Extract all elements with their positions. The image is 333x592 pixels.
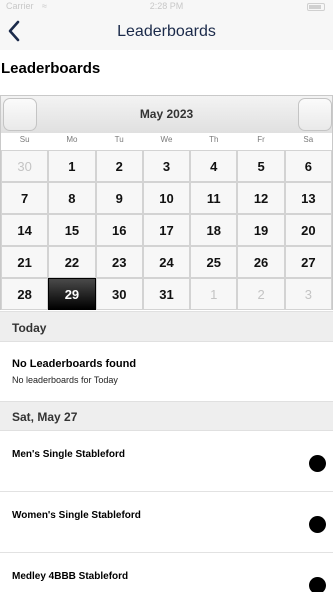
calendar-day[interactable]: 14 <box>1 214 49 246</box>
nav-title: Leaderboards <box>117 23 216 40</box>
calendar-day[interactable]: 31 <box>142 278 191 310</box>
calendar-header: May 2023 <box>1 96 332 133</box>
empty-state-subtitle: No leaderboards for Today <box>12 375 118 385</box>
leaderboard-item[interactable]: Medley 4BBB Stableford <box>0 553 333 592</box>
calendar-day[interactable]: 20 <box>284 214 332 246</box>
status-bar: Carrier ≈ 2:28 PM <box>0 0 333 14</box>
calendar-day[interactable]: 2 <box>95 150 143 182</box>
calendar-day-selected[interactable]: 29 <box>48 278 96 310</box>
calendar-day[interactable]: 28 <box>1 278 49 310</box>
status-time: 2:28 PM <box>149 1 184 11</box>
calendar-day[interactable]: 13 <box>284 182 332 214</box>
calendar-day[interactable]: 18 <box>190 214 238 246</box>
calendar-day[interactable]: 25 <box>190 246 238 278</box>
calendar-day[interactable]: 12 <box>237 182 285 214</box>
leaderboard-item[interactable]: Women's Single Stableford <box>0 492 333 553</box>
calendar-day[interactable]: 30 <box>1 150 49 182</box>
calendar-day[interactable]: 21 <box>1 246 49 278</box>
weekday-label: Su <box>19 135 30 144</box>
weekday-label: Tu <box>114 135 124 144</box>
calendar-day[interactable]: 30 <box>95 278 143 310</box>
calendar-day-grid: 30 1 2 3 4 5 6 7 8 9 10 11 12 13 14 15 16 17 18 19 20 21 22 23 2… <box>1 150 332 310</box>
status-dot-icon <box>309 455 326 472</box>
calendar-day[interactable]: 3 <box>284 278 332 310</box>
status-dot-icon <box>309 577 326 592</box>
calendar-day[interactable]: 7 <box>1 182 49 214</box>
calendar-day[interactable]: 16 <box>95 214 143 246</box>
weekday-label: Mo <box>66 135 78 144</box>
calendar-day[interactable]: 9 <box>95 182 143 214</box>
page-title: Leaderboards <box>1 60 101 77</box>
empty-state-title: No Leaderboards found <box>12 358 137 370</box>
section-header-date: Sat, May 27 <box>0 401 333 431</box>
calendar-day[interactable]: 26 <box>237 246 285 278</box>
calendar-day[interactable]: 15 <box>48 214 96 246</box>
calendar: May 2023 Su Mo Tu We Th Fr Sa 30 1 2 3 4 5 6 7 8… <box>0 95 333 310</box>
calendar-day[interactable]: 11 <box>190 182 238 214</box>
weekday-label: Sa <box>303 135 314 144</box>
calendar-day[interactable]: 22 <box>48 246 96 278</box>
calendar-day[interactable]: 8 <box>48 182 96 214</box>
battery-icon <box>307 3 325 11</box>
weekday-header-row: Su Mo Tu We Th Fr Sa <box>1 135 332 148</box>
calendar-day[interactable]: 10 <box>142 182 191 214</box>
leaderboard-item-label: Women's Single Stableford <box>12 510 141 521</box>
next-month-button[interactable] <box>298 98 332 131</box>
calendar-day[interactable]: 5 <box>237 150 285 182</box>
calendar-day[interactable]: 1 <box>190 278 238 310</box>
section-header-today: Today <box>0 311 333 342</box>
calendar-day[interactable]: 6 <box>284 150 332 182</box>
calendar-day[interactable]: 17 <box>142 214 191 246</box>
calendar-day[interactable]: 2 <box>237 278 285 310</box>
status-dot-icon <box>309 516 326 533</box>
calendar-day[interactable]: 24 <box>142 246 191 278</box>
weekday-label: Fr <box>257 135 265 144</box>
calendar-day[interactable]: 1 <box>48 150 96 182</box>
weekday-label: We <box>160 135 173 144</box>
calendar-day[interactable]: 27 <box>284 246 332 278</box>
calendar-day[interactable]: 3 <box>142 150 191 182</box>
calendar-day[interactable]: 19 <box>237 214 285 246</box>
leaderboard-item-label: Men's Single Stableford <box>12 449 125 460</box>
section-header-label: Today <box>12 321 47 335</box>
navigation-bar: Leaderboards <box>0 14 333 50</box>
calendar-day[interactable]: 4 <box>190 150 238 182</box>
calendar-month-label: May 2023 <box>139 107 194 121</box>
section-header-label: Sat, May 27 <box>12 410 78 424</box>
leaderboard-item-label: Medley 4BBB Stableford <box>12 571 129 582</box>
calendar-day[interactable]: 23 <box>95 246 143 278</box>
leaderboard-item[interactable]: Men's Single Stableford <box>0 431 333 492</box>
weekday-label: Th <box>209 135 219 144</box>
